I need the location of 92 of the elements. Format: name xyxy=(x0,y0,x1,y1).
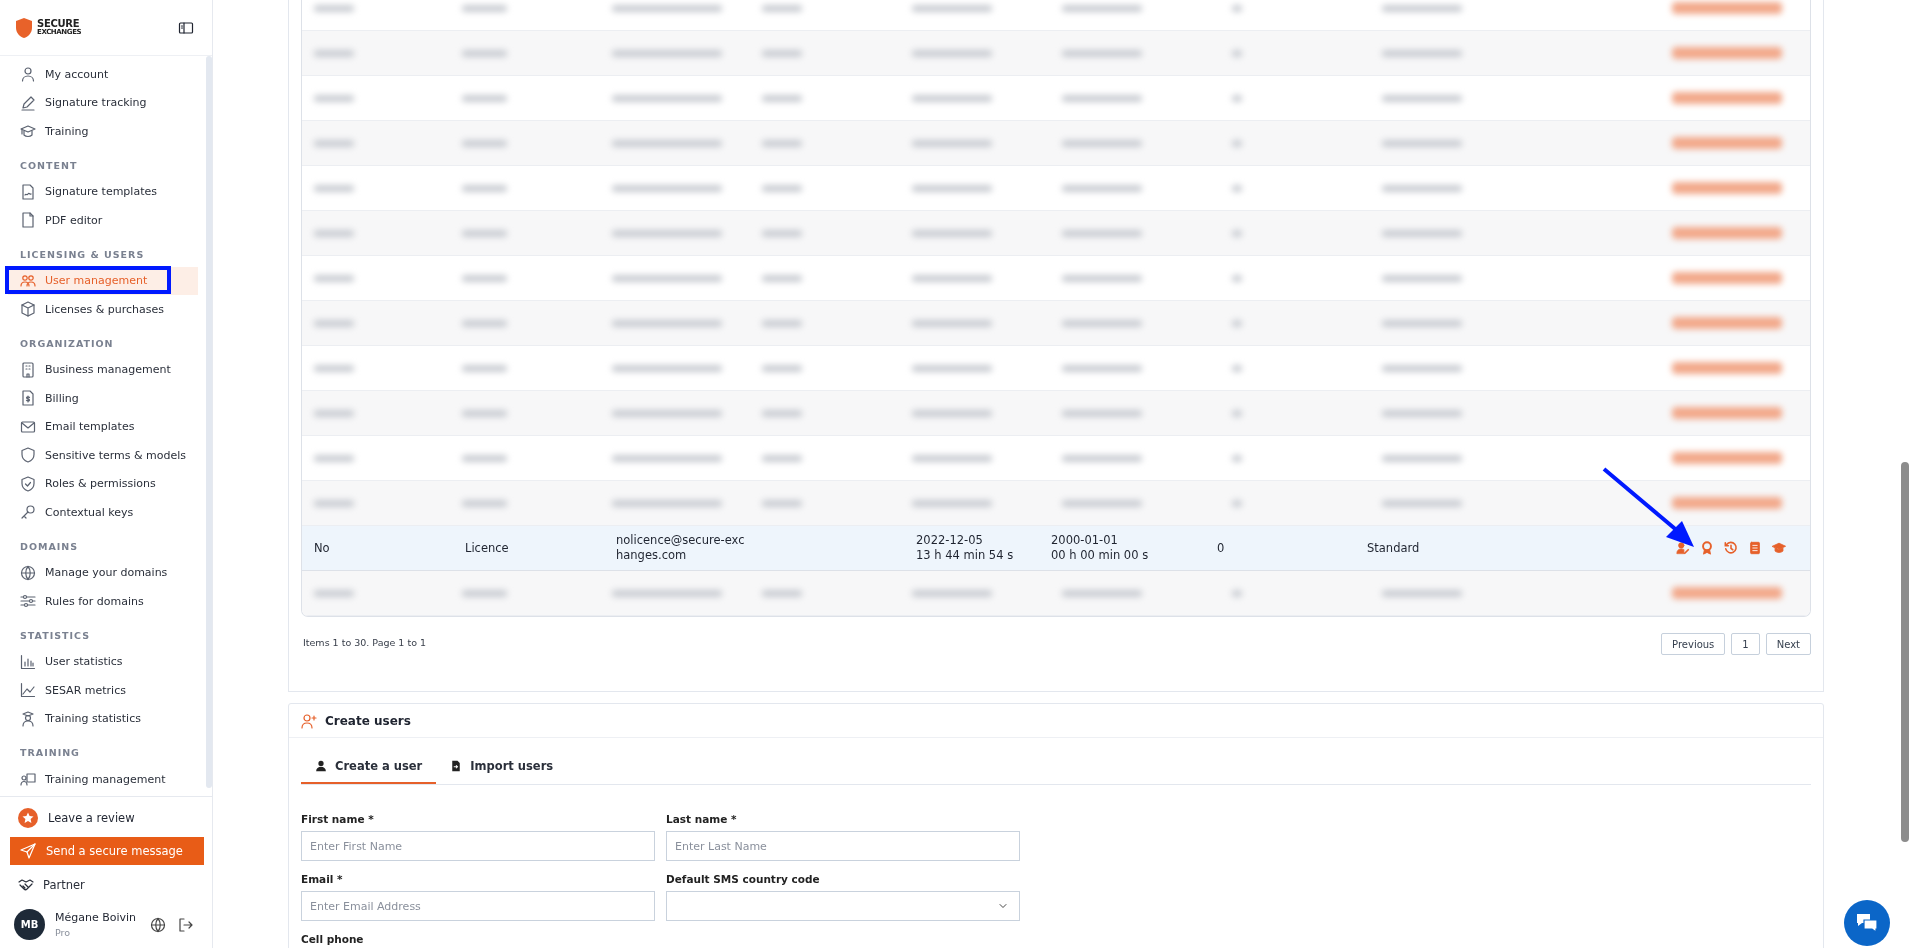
table-cell-text: No xyxy=(314,540,331,556)
chat-button[interactable] xyxy=(1844,900,1890,946)
nav-item[interactable]: Billing xyxy=(8,384,198,413)
pdf-file-icon xyxy=(20,212,36,229)
tab[interactable]: Create a user xyxy=(301,750,437,784)
graduation-cap-icon[interactable] xyxy=(1772,541,1786,555)
logo-text: SECURE xyxy=(37,19,80,29)
invoice-icon xyxy=(20,390,36,407)
nav-item[interactable]: User statistics xyxy=(8,647,198,676)
file-import-icon xyxy=(450,760,463,772)
input-field[interactable]: Enter First Name xyxy=(301,831,655,861)
graduation-cap-icon xyxy=(20,123,36,140)
page-button[interactable]: 1 xyxy=(1731,633,1760,655)
nav-item[interactable]: Rules for domains xyxy=(8,587,198,616)
users-icon xyxy=(20,272,36,289)
book-icon[interactable] xyxy=(1748,541,1762,555)
nav-item[interactable]: Sensitive terms & models xyxy=(8,441,198,470)
field-label: First name * xyxy=(301,813,375,825)
nav-item[interactable]: Contextual keys xyxy=(8,498,198,527)
sidebar-toggle-icon xyxy=(178,19,194,36)
section-heading: STATISTICS xyxy=(19,628,92,643)
box-icon xyxy=(20,301,36,318)
person-icon xyxy=(20,66,36,83)
section-heading: DOMAINS xyxy=(19,539,80,554)
paper-plane-icon xyxy=(20,843,36,859)
section-heading: ORGANIZATION xyxy=(19,336,115,351)
pen-icon xyxy=(20,94,36,111)
student-icon xyxy=(20,710,36,727)
nav-item[interactable]: SESAR metrics xyxy=(8,676,198,705)
nav-item[interactable]: My account xyxy=(8,60,198,89)
review-link[interactable]: Leave a review xyxy=(10,807,204,829)
avatar[interactable]: MB xyxy=(14,909,45,940)
key-icon xyxy=(20,504,36,521)
field-label: Default SMS country code xyxy=(666,873,821,885)
building-icon xyxy=(20,361,36,378)
scrollbar[interactable] xyxy=(206,56,212,788)
signed-document-icon xyxy=(20,183,36,200)
globe-icon xyxy=(150,916,166,933)
user-edit-icon[interactable] xyxy=(1676,541,1690,555)
table-cell-text: 2000-01-01 00 h 00 min 00 s xyxy=(1051,533,1150,563)
shield-logo-icon xyxy=(14,16,34,39)
add-user-icon xyxy=(301,712,317,729)
table-cell-text: 0 xyxy=(1217,540,1226,556)
table-cell-text: 2022-12-05 13 h 44 min 54 s xyxy=(916,533,1015,563)
nav-item[interactable]: Licenses & purchases xyxy=(8,295,198,324)
logout-icon xyxy=(178,916,194,933)
field-label: Cell phone xyxy=(301,933,365,945)
nav-item[interactable]: Manage your domains xyxy=(8,558,198,587)
shield-check-icon xyxy=(20,475,36,492)
nav-item[interactable]: Training xyxy=(8,117,198,146)
input-field[interactable]: Enter Email Address xyxy=(301,891,655,921)
card-title: Create users xyxy=(325,713,411,728)
table-cell-text: Standard xyxy=(1367,540,1421,556)
sliders-icon xyxy=(20,593,36,610)
tab[interactable]: Import users xyxy=(436,750,568,784)
pagination-summary: Items 1 to 30. Page 1 to 1 xyxy=(303,637,427,648)
shield-icon xyxy=(20,447,36,464)
partner-link[interactable]: Partner xyxy=(10,873,204,897)
envelope-icon xyxy=(20,418,36,435)
bar-chart-icon xyxy=(20,653,36,670)
page-button[interactable]: Previous xyxy=(1661,633,1726,655)
nav-item[interactable]: Business management xyxy=(8,355,198,384)
send-message-button[interactable]: Send a secure message xyxy=(10,837,204,865)
nav-item[interactable]: Signature tracking xyxy=(8,88,198,117)
scrollbar[interactable] xyxy=(1901,462,1909,842)
select-field[interactable] xyxy=(666,891,1020,921)
nav-item[interactable]: Email templates xyxy=(8,412,198,441)
nav-item[interactable]: Signature templates xyxy=(8,177,198,206)
history-icon[interactable] xyxy=(1724,541,1738,555)
nav-item[interactable]: Training management xyxy=(8,765,198,794)
nav-item[interactable]: PDF editor xyxy=(8,206,198,235)
input-field[interactable]: Enter Last Name xyxy=(666,831,1020,861)
table-cell-text: Licence xyxy=(465,540,510,556)
section-heading: LICENSING & USERS xyxy=(19,247,146,262)
user-name: Mégane Boivin xyxy=(55,911,137,924)
section-heading: CONTENT xyxy=(19,158,79,173)
line-chart-icon xyxy=(20,682,36,699)
chat-icon xyxy=(1855,912,1879,934)
nav-item[interactable]: Roles & permissions xyxy=(8,469,198,498)
user-plan: Pro xyxy=(55,927,72,938)
field-label: Last name * xyxy=(666,813,738,825)
globe-icon xyxy=(20,564,36,581)
table-row[interactable]: No Licence nolicence@secure-exc hanges.com 2022-12-05 13 h 44 min 54 s 2000-01-01 00 h 00 min 00 s 0 Standard xyxy=(302,526,1810,571)
field-label: Email * xyxy=(301,873,344,885)
page-button[interactable]: Next xyxy=(1765,633,1811,655)
award-icon[interactable] xyxy=(1700,541,1714,555)
handshake-icon xyxy=(18,877,34,893)
teacher-board-icon xyxy=(20,771,36,788)
table-cell-text: nolicence@secure-exc hanges.com xyxy=(616,533,746,563)
person-icon xyxy=(315,760,327,772)
nav-item[interactable]: Training statistics xyxy=(8,704,198,733)
section-heading: TRAINING xyxy=(19,746,81,760)
